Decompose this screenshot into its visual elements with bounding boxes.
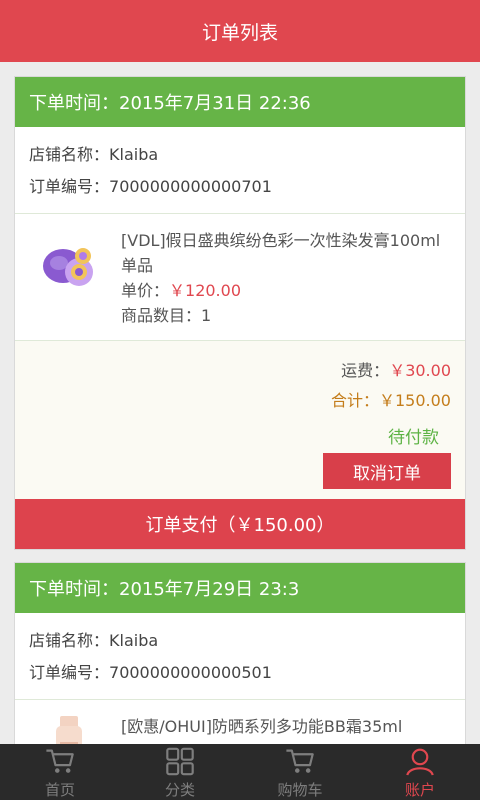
shop-row: 店铺名称：Klaiba <box>29 625 451 657</box>
order-time-header: 下单时间： 2015年7月29日 23:3 <box>15 563 465 613</box>
tab-account-label: 账户 <box>404 781 435 799</box>
tab-home-label: 首页 <box>44 781 75 799</box>
total-row: 合计：￥150.00 <box>331 387 451 411</box>
order-info: 店铺名称：Klaiba 订单编号：7000000000000701 <box>15 127 465 214</box>
tab-cart-label: 购物车 <box>277 781 323 799</box>
freight-value: ￥30.00 <box>389 361 451 380</box>
product-name: [欧惠/OHUI]防晒系列多功能BB霜35ml <box>121 717 403 736</box>
product-thumbnail <box>43 248 93 286</box>
quantity-row: 商品数目：1 <box>121 303 451 328</box>
product-info: [VDL]假日盛典缤纷色彩一次性染发膏100ml 单品 单价：￥120.00 商… <box>121 228 451 328</box>
quantity-label: 商品数目： <box>121 306 202 325</box>
grid-icon <box>166 747 194 776</box>
order-number-row: 订单编号：7000000000000701 <box>29 171 451 203</box>
order-number-row: 订单编号：7000000000000501 <box>29 657 451 689</box>
shop-label: 店铺名称： <box>29 631 110 650</box>
order-number-label: 订单编号： <box>29 177 110 196</box>
unit-price: ￥120.00 <box>169 281 242 300</box>
header-bar: 订单列表 <box>0 0 480 62</box>
order-time: 2015年7月31日 22:36 <box>119 93 311 114</box>
cart-icon <box>286 749 314 773</box>
order-summary: 运费：￥30.00 合计：￥150.00 待付款 取消订单 <box>15 341 465 499</box>
product-item[interactable]: [VDL]假日盛典缤纷色彩一次性染发膏100ml 单品 单价：￥120.00 商… <box>15 214 465 341</box>
product-info: [欧惠/OHUI]防晒系列多功能BB霜35ml <box>121 714 451 739</box>
page-title: 订单列表 <box>201 21 278 44</box>
tab-cart[interactable]: 购物车 <box>240 744 360 800</box>
product-thumbnail <box>56 716 82 744</box>
order-number: 7000000000000701 <box>109 177 272 196</box>
order-list[interactable]: 下单时间： 2015年7月31日 22:36 店铺名称：Klaiba 订单编号：… <box>0 62 480 744</box>
total-value: ￥150.00 <box>379 391 451 410</box>
bottom-tab-bar: 首页 分类 购物车 账户 <box>0 744 480 800</box>
order-status: 待付款 <box>388 428 439 448</box>
order-number-label: 订单编号： <box>29 663 110 682</box>
tab-home[interactable]: 首页 <box>0 744 120 800</box>
order-card: 下单时间： 2015年7月29日 23:3 店铺名称：Klaiba 订单编号：7… <box>14 562 466 744</box>
freight-label: 运费： <box>341 361 390 380</box>
order-time-header: 下单时间： 2015年7月31日 22:36 <box>15 77 465 127</box>
user-icon <box>406 748 434 776</box>
tab-category[interactable]: 分类 <box>120 744 240 800</box>
product-item[interactable]: [欧惠/OHUI]防晒系列多功能BB霜35ml <box>15 700 465 744</box>
freight-row: 运费：￥30.00 <box>341 357 451 381</box>
shop-row: 店铺名称：Klaiba <box>29 139 451 171</box>
order-number: 7000000000000501 <box>109 663 272 682</box>
order-time-label: 下单时间： <box>29 93 119 114</box>
cart-icon <box>46 749 74 773</box>
quantity: 1 <box>201 306 212 325</box>
order-info: 店铺名称：Klaiba 订单编号：7000000000000501 <box>15 613 465 700</box>
shop-label: 店铺名称： <box>29 145 110 164</box>
total-label: 合计： <box>330 391 379 410</box>
pay-order-button[interactable]: 订单支付（￥150.00） <box>15 499 465 549</box>
product-name: [VDL]假日盛典缤纷色彩一次性染发膏100ml 单品 <box>121 231 441 275</box>
order-time-label: 下单时间： <box>29 579 119 600</box>
order-time: 2015年7月29日 23:3 <box>119 579 300 600</box>
unit-price-row: 单价：￥120.00 <box>121 278 451 303</box>
shop-name: Klaiba <box>109 145 159 164</box>
unit-price-label: 单价： <box>121 281 170 300</box>
shop-name: Klaiba <box>109 631 159 650</box>
order-card: 下单时间： 2015年7月31日 22:36 店铺名称：Klaiba 订单编号：… <box>14 76 466 550</box>
tab-category-label: 分类 <box>164 781 195 799</box>
tab-account[interactable]: 账户 <box>360 744 480 800</box>
cancel-order-button[interactable]: 取消订单 <box>323 453 451 489</box>
